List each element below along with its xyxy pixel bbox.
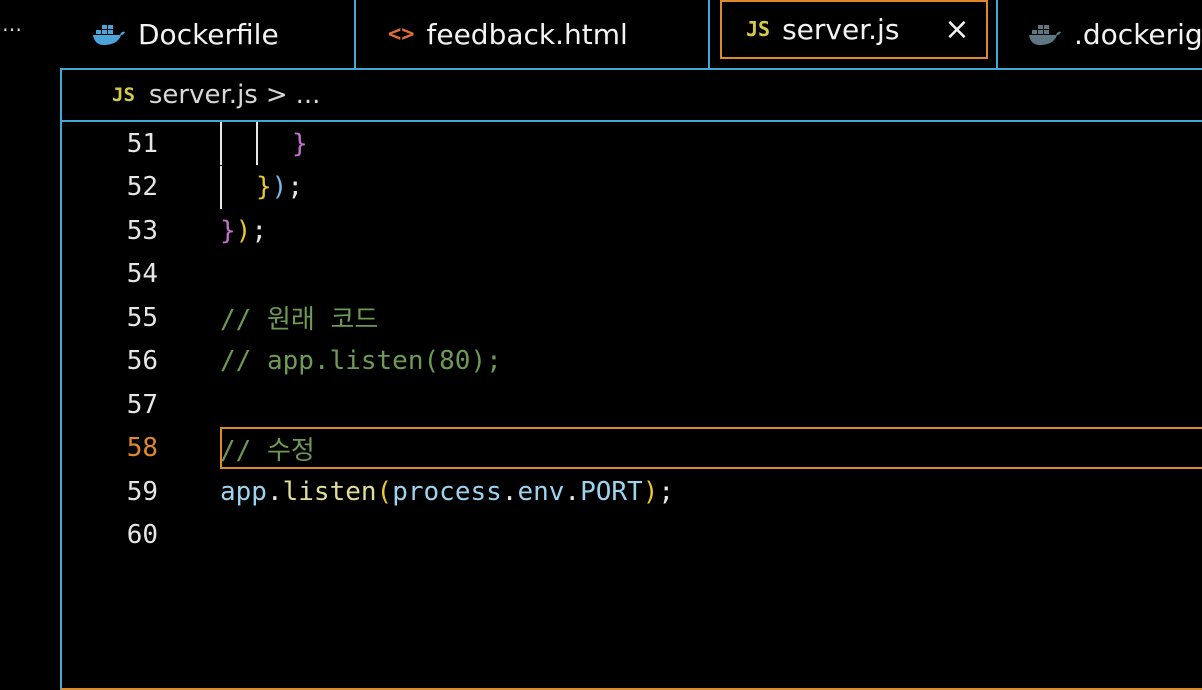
tab-label: .dockerig bbox=[1074, 17, 1202, 51]
code-text: // app.listen(80); bbox=[220, 346, 502, 376]
more-actions-icon[interactable]: … bbox=[2, 14, 23, 34]
code-token: ) bbox=[271, 172, 288, 202]
line-number: 53 bbox=[126, 215, 158, 246]
line-number: 58 bbox=[126, 433, 158, 463]
line-number: 60 bbox=[126, 520, 158, 550]
code-token: // app.listen(80); bbox=[220, 346, 502, 376]
html-code-icon: <> bbox=[388, 21, 415, 47]
line-number: 55 bbox=[126, 302, 158, 333]
code-token: PORT bbox=[580, 476, 643, 507]
docker-whale-icon bbox=[92, 22, 126, 46]
tab-label: server.js bbox=[782, 12, 900, 46]
chevron-right-icon: > bbox=[265, 80, 288, 110]
code-line[interactable]: 55 // 원래 코드 bbox=[62, 296, 1202, 339]
close-icon[interactable]: × bbox=[942, 12, 972, 47]
code-line[interactable]: 53}); bbox=[62, 209, 1202, 252]
code-token: . bbox=[501, 476, 518, 507]
javascript-icon: JS bbox=[112, 84, 135, 106]
code-line[interactable]: 56 // app.listen(80); bbox=[62, 340, 1202, 383]
code-token: listen bbox=[282, 476, 377, 507]
code-line[interactable]: 57 bbox=[62, 383, 1202, 426]
line-number: 51 bbox=[126, 128, 158, 159]
code-editor[interactable]: 51} 52}); 53}); 54 55// 원래 코드 56// app.listen… bbox=[62, 122, 1202, 688]
code-line[interactable]: 58 // 수정 bbox=[62, 426, 1202, 470]
code-text: }); bbox=[256, 172, 303, 202]
code-token: process bbox=[392, 476, 502, 507]
activity-strip: … bbox=[0, 0, 60, 690]
code-line[interactable]: 54 bbox=[62, 253, 1202, 296]
code-text: // 수정 bbox=[220, 430, 315, 467]
breadcrumb-more[interactable]: ... bbox=[296, 80, 321, 110]
code-token: ; bbox=[287, 172, 303, 202]
code-token: app bbox=[220, 476, 267, 507]
code-line[interactable]: 59 app.listen(process.env.PORT); bbox=[62, 470, 1202, 513]
tab-label: Dockerfile bbox=[138, 17, 279, 51]
tab-server-js[interactable]: JS server.js × bbox=[710, 0, 998, 68]
code-token: . bbox=[266, 476, 283, 507]
tab-feedback-html[interactable]: <> feedback.html bbox=[356, 0, 710, 68]
code-text: app.listen(process.env.PORT); bbox=[220, 477, 674, 507]
code-token: // 원래 코드 bbox=[220, 305, 379, 335]
indent-guide bbox=[220, 165, 222, 209]
breadcrumb: JS server.js > ... bbox=[62, 70, 1202, 122]
tab-dockerfile[interactable]: Dockerfile bbox=[60, 0, 356, 68]
line-number: 57 bbox=[126, 389, 158, 420]
line-number: 54 bbox=[126, 259, 158, 289]
line-number: 56 bbox=[126, 346, 158, 376]
code-token: ; bbox=[658, 476, 674, 507]
code-token: } bbox=[220, 215, 236, 246]
line-number: 59 bbox=[126, 476, 158, 507]
code-token: . bbox=[564, 476, 581, 507]
docker-whale-icon bbox=[1028, 22, 1062, 46]
breadcrumb-file[interactable]: server.js bbox=[149, 80, 258, 110]
code-text: }); bbox=[220, 216, 267, 246]
code-token: ; bbox=[251, 215, 267, 246]
code-token: ) bbox=[642, 476, 659, 507]
javascript-icon: JS bbox=[746, 17, 771, 41]
code-line[interactable]: 60 bbox=[62, 514, 1202, 557]
code-token: env bbox=[517, 476, 565, 507]
current-line-highlight bbox=[220, 426, 1202, 469]
code-token: } bbox=[256, 172, 272, 202]
indent-guide bbox=[220, 122, 222, 165]
code-text: } bbox=[292, 129, 308, 159]
line-number: 52 bbox=[126, 172, 158, 202]
indent-guide bbox=[256, 122, 258, 165]
code-line[interactable]: 51} bbox=[62, 122, 1202, 165]
code-line[interactable]: 52}); bbox=[62, 165, 1202, 209]
tab-bar: Dockerfile <> feedback.html JS server.js… bbox=[60, 0, 1202, 70]
code-token: } bbox=[292, 128, 308, 159]
code-token: // 수정 bbox=[220, 435, 315, 466]
code-token: ( bbox=[376, 476, 393, 507]
code-text: // 원래 코드 bbox=[220, 299, 378, 336]
code-token: ) bbox=[235, 215, 252, 246]
tab-label: feedback.html bbox=[426, 17, 628, 51]
tab-dockerignore[interactable]: .dockerig bbox=[998, 0, 1202, 68]
